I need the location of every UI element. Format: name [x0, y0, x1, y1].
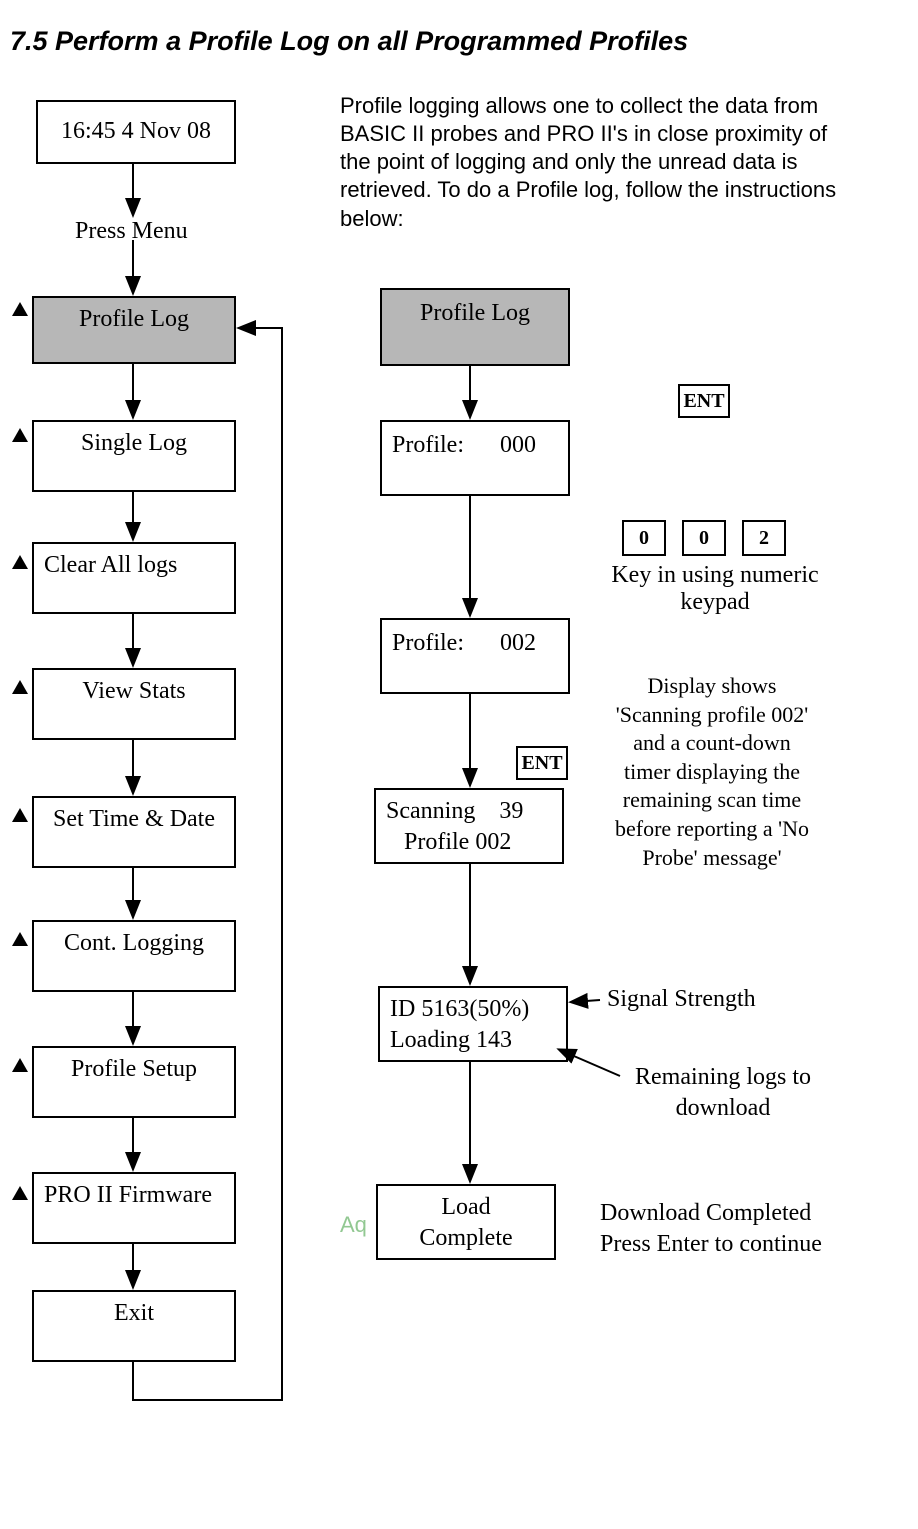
time-date-box: 16:45 4 Nov 08: [36, 100, 236, 164]
press-menu-label: Press Menu: [75, 218, 188, 245]
up-triangle-icon: [12, 1186, 28, 1200]
menu-clear-all-logs: Clear All logs: [32, 542, 236, 614]
screen-scanning: Scanning 39 Profile 002: [374, 788, 564, 864]
loading-count-line: Loading 143: [390, 1027, 512, 1053]
download-completed-note: Download Completed Press Enter to contin…: [600, 1198, 822, 1260]
up-triangle-icon: [12, 302, 28, 316]
keypad-digit[interactable]: 0: [682, 520, 726, 556]
screen-profile-000: Profile: 000: [380, 420, 570, 496]
menu-exit: Exit: [32, 1290, 236, 1362]
menu-profile-log: Profile Log: [32, 296, 236, 364]
scanning-label: Scanning: [386, 798, 475, 824]
scanning-countdown-value: 39: [499, 798, 523, 824]
up-triangle-icon: [12, 932, 28, 946]
load-complete-l2: Complete: [419, 1225, 512, 1251]
menu-cont-logging: Cont. Logging: [32, 920, 236, 992]
scanning-note: Display shows 'Scanning profile 002' and…: [582, 672, 842, 872]
up-triangle-icon: [12, 428, 28, 442]
keypad-digit[interactable]: 2: [742, 520, 786, 556]
intro-paragraph: Profile logging allows one to collect th…: [340, 92, 860, 233]
up-triangle-icon: [12, 1058, 28, 1072]
keypad-caption: Key in using numeric keypad: [600, 562, 830, 616]
scanning-profile-line: Profile 002: [404, 829, 511, 855]
signal-strength-label: Signal Strength: [607, 986, 756, 1013]
menu-set-time-date: Set Time & Date: [32, 796, 236, 868]
profile-002-label: Profile:: [392, 630, 464, 656]
screen-profile-log: Profile Log: [380, 288, 570, 366]
remaining-logs-label: Remaining logs to download: [608, 1062, 838, 1124]
load-complete-l1: Load: [441, 1194, 490, 1220]
page: 7.5 Perform a Profile Log on all Program…: [0, 0, 918, 1529]
ent-key[interactable]: ENT: [516, 746, 568, 780]
up-triangle-icon: [12, 808, 28, 822]
profile-000-label: Profile:: [392, 432, 464, 458]
screen-profile-002: Profile: 002: [380, 618, 570, 694]
ent-key[interactable]: ENT: [678, 384, 730, 418]
menu-pro-ii-firmware: PRO II Firmware: [32, 1172, 236, 1244]
up-triangle-icon: [12, 555, 28, 569]
menu-profile-setup: Profile Setup: [32, 1046, 236, 1118]
section-heading: 7.5 Perform a Profile Log on all Program…: [10, 26, 688, 57]
screen-load-complete: Load Complete: [376, 1184, 556, 1260]
screen-loading: ID 5163(50%) Loading 143: [378, 986, 568, 1062]
loading-id-line: ID 5163(50%): [390, 996, 529, 1022]
watermark-text: Aq: [340, 1212, 367, 1238]
menu-view-stats: View Stats: [32, 668, 236, 740]
profile-000-value: 000: [500, 432, 536, 458]
up-triangle-icon: [12, 680, 28, 694]
menu-single-log: Single Log: [32, 420, 236, 492]
keypad-digit[interactable]: 0: [622, 520, 666, 556]
profile-002-value: 002: [500, 630, 536, 656]
